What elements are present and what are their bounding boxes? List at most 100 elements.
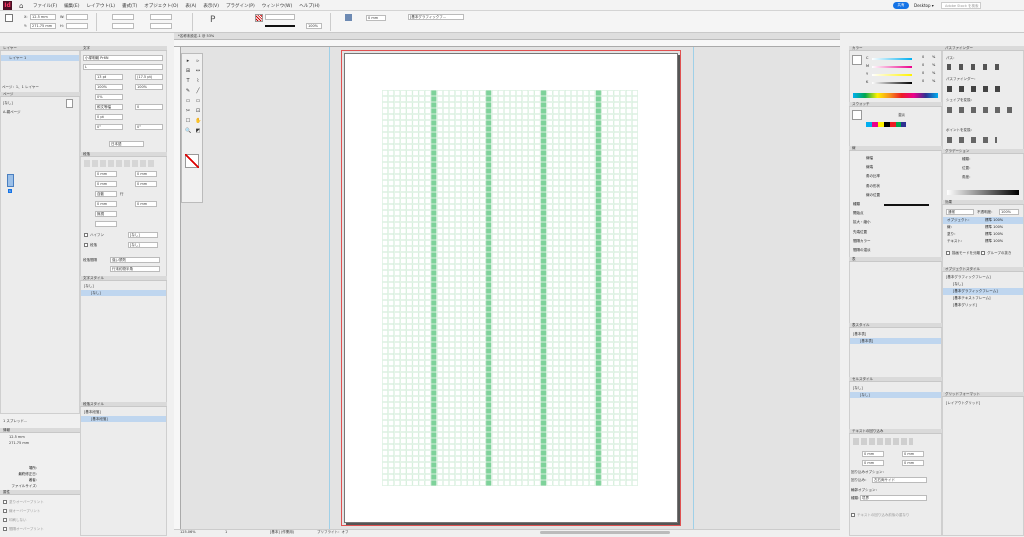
swatch-list[interactable] <box>866 122 906 127</box>
tracking-field[interactable]: 0 <box>135 104 163 110</box>
tool-icon[interactable]: T <box>185 78 191 84</box>
tool-icon[interactable]: ▭ <box>185 98 191 104</box>
char-style-none[interactable]: [なし] <box>128 242 158 248</box>
para-style-none[interactable]: [なし] <box>128 232 158 238</box>
tool-icon[interactable]: ▸ <box>185 58 191 64</box>
hyphen-checkbox[interactable]: ハイフン <box>84 233 104 238</box>
checkbox-icon[interactable] <box>3 500 7 504</box>
document-tab[interactable]: *名称未設定-1 @ 53% <box>178 34 214 39</box>
space-after-field[interactable]: 0 mm <box>135 201 157 207</box>
shear-field[interactable] <box>150 23 172 29</box>
tool-icon[interactable]: ☐ <box>185 118 191 124</box>
contour-type-select[interactable]: 境界 <box>860 495 927 501</box>
home-icon[interactable]: ⌂ <box>19 2 23 10</box>
kerning-field[interactable]: 和文等幅 <box>95 104 123 110</box>
table-panel-header[interactable]: 表 <box>849 257 942 262</box>
menu-item[interactable]: オブジェクト(O) <box>144 3 178 9</box>
effects-row[interactable]: 塗り： 標準 100% <box>943 231 1023 238</box>
isolate-checkbox[interactable]: 描画モードを分離 グループの抜き <box>946 251 1011 256</box>
para-styles-header[interactable]: 段落スタイル <box>80 402 167 407</box>
channel-value[interactable]: 0 <box>922 55 924 59</box>
cell-style-selected[interactable]: [なし] <box>850 392 941 398</box>
y-position-field[interactable]: 271.75 mm <box>30 23 56 29</box>
paragraph-panel-header[interactable]: 段落 <box>80 152 167 157</box>
font-size-field[interactable]: 13 pt <box>95 74 123 80</box>
cmyk-row[interactable]: Y 0% <box>866 71 938 79</box>
object-style-item[interactable]: [基本グリッド] <box>943 302 1023 309</box>
height-field[interactable] <box>66 23 88 29</box>
channel-slider[interactable] <box>872 58 912 60</box>
checkbox-icon[interactable] <box>3 518 7 522</box>
page-thumbnail[interactable] <box>7 174 14 187</box>
effects-header[interactable]: 効果 <box>942 200 1024 205</box>
object-style-item[interactable]: [基本テキストフレーム] <box>943 295 1023 302</box>
channel-value[interactable]: 0 <box>922 71 924 75</box>
rotate-char-field[interactable]: 0° <box>95 124 123 130</box>
alignment-buttons[interactable] <box>84 160 154 167</box>
pathfinder-buttons[interactable] <box>947 86 1007 92</box>
opacity-value[interactable]: 100% <box>999 209 1019 215</box>
share-button[interactable]: 共有 <box>893 2 909 9</box>
fit-frame-icon[interactable] <box>345 14 352 21</box>
tool-icon[interactable]: ⊞ <box>185 68 191 74</box>
language-select[interactable]: 日本語 <box>109 141 144 147</box>
swatch-fill-stroke-icon[interactable] <box>852 110 862 120</box>
wrap-offset-bottom[interactable]: 0 mm <box>862 460 884 466</box>
para-style-item[interactable]: [基本段落] <box>84 410 101 415</box>
pages-none[interactable]: [なし] <box>3 101 13 106</box>
cmyk-row[interactable]: C 0% <box>866 55 938 63</box>
fill-swatch-icon[interactable] <box>255 14 263 22</box>
reference-point-icon[interactable] <box>5 14 13 22</box>
stroke-panel-header[interactable]: 線 <box>849 146 942 151</box>
object-style-item[interactable]: [なし] <box>943 281 1023 288</box>
effects-row[interactable]: オブジェクト： 標準 100% <box>943 217 1023 224</box>
preflight-status[interactable]: プリフライト：オフ <box>317 530 349 535</box>
cmyk-sliders[interactable]: C 0% M 0% Y 0% K 0% <box>866 55 938 87</box>
attribute-checkbox[interactable]: 間隔オーバープリント <box>3 525 44 534</box>
menu-item[interactable]: 書式(T) <box>122 3 137 9</box>
menu-item[interactable]: ヘルプ(H) <box>299 3 319 9</box>
stock-search-field[interactable]: Adobe Stock を検索 <box>941 2 981 9</box>
color-panel-header[interactable]: カラー <box>849 46 942 51</box>
object-style-select[interactable]: [基本グラフィックフ... <box>408 14 464 20</box>
wrap-offset-right[interactable]: 0 mm <box>902 460 924 466</box>
first-indent-field[interactable]: 0 mm <box>95 181 117 187</box>
tool-icon[interactable]: ↔ <box>195 68 201 74</box>
tool-icon[interactable]: 🔍 <box>185 128 191 134</box>
leading-field[interactable]: (17.5 pt) <box>135 74 163 80</box>
para-style-selected[interactable]: [基本段落] <box>81 416 166 422</box>
stroke-weight-field[interactable] <box>265 14 295 20</box>
font-style-select[interactable]: L <box>83 64 163 70</box>
menu-item[interactable]: ウィンドウ(W) <box>262 3 292 9</box>
channel-value[interactable]: 0 <box>922 63 924 67</box>
stroke-type-preview[interactable] <box>265 25 295 27</box>
layer-row[interactable]: レイヤー 1 <box>1 55 79 61</box>
effects-row[interactable]: 線： 標準 100% <box>943 224 1023 231</box>
balance-checkbox[interactable]: 段落 <box>84 243 97 248</box>
cell-style-item[interactable]: [なし] <box>853 386 863 391</box>
attribute-checkbox[interactable]: 塗りオーバープリント <box>3 498 44 507</box>
stroke-field[interactable]: 0 mm <box>366 15 386 21</box>
tool-icon[interactable]: ✂ <box>185 108 191 114</box>
gradient-header[interactable]: グラデーション <box>942 149 1024 154</box>
space-before-field[interactable]: 0 mm <box>95 201 117 207</box>
tool-icon[interactable]: ✎ <box>185 88 191 94</box>
pages-master[interactable]: A-親ページ <box>3 110 21 115</box>
info-panel-header[interactable]: 情報 <box>0 428 80 433</box>
dropcap-field[interactable] <box>95 221 117 227</box>
object-style-item[interactable]: [基本グラフィックフレーム] <box>943 288 1023 295</box>
last-indent-field[interactable]: 0 mm <box>135 181 157 187</box>
grid-align-select[interactable]: 無視 <box>95 211 117 217</box>
baseline-field[interactable]: 0 pt <box>95 114 123 120</box>
skew-char-field[interactable]: 0° <box>135 124 163 130</box>
text-wrap-header[interactable]: テキストの回り込み <box>849 429 942 434</box>
horizontal-scrollbar[interactable] <box>540 531 670 534</box>
object-styles-header[interactable]: オブジェクトスタイル <box>942 267 1024 272</box>
wrap-type-buttons[interactable] <box>853 438 913 445</box>
x-position-field[interactable]: 12.5 mm <box>30 14 56 20</box>
channel-slider[interactable] <box>872 82 912 84</box>
grid-formats-header[interactable]: グリッドフォーマット <box>942 392 1024 397</box>
rotate-field[interactable] <box>150 14 172 20</box>
tool-icon[interactable]: ⊡ <box>195 108 201 114</box>
attributes-panel-header[interactable]: 属性 <box>0 490 80 495</box>
